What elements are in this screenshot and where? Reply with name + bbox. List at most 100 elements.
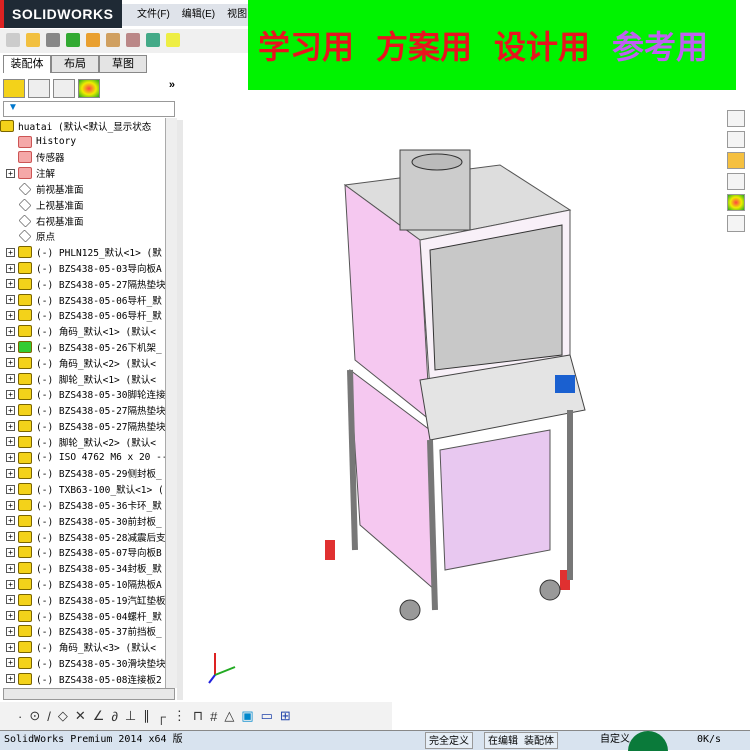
expand-toggle[interactable]: + (6, 342, 15, 352)
tree-item[interactable]: + (-) 脚轮_默认<1> (默认< (0, 371, 165, 387)
trim-icon[interactable]: ✕ (75, 708, 86, 724)
line-icon[interactable]: / (47, 709, 51, 724)
tree-root[interactable]: huatai (默认<默认_显示状态 (0, 118, 165, 134)
tree-item[interactable]: + (-) TXB63-100_默认<1> ( (0, 481, 165, 497)
angle-dimension-icon[interactable]: △ (224, 708, 234, 724)
tree-vertical-scrollbar[interactable] (165, 118, 177, 688)
tab-layout[interactable]: 布局 (51, 55, 99, 73)
angle-icon[interactable]: ∠ (93, 708, 105, 724)
expand-toggle[interactable]: + (6, 295, 15, 305)
tree-item[interactable]: + (-) BZS438-05-34封板_默 (0, 560, 165, 576)
tree-horizontal-scrollbar[interactable] (3, 688, 175, 700)
tree-item[interactable]: + (-) BZS438-05-27隔热垫块 (0, 402, 165, 418)
expand-toggle[interactable]: + (6, 421, 15, 431)
smart-fasteners-icon[interactable] (86, 33, 100, 47)
tree-item[interactable]: + (-) BZS438-05-06导杆_默 (0, 292, 165, 308)
expand-toggle[interactable]: + (6, 279, 15, 289)
expand-toggle[interactable]: + (6, 247, 15, 257)
tree-item[interactable]: History (0, 134, 165, 150)
feature-manager-icon[interactable] (3, 79, 25, 98)
expand-toggle[interactable]: + (6, 563, 15, 573)
vertical-icon[interactable]: ⋮ (173, 708, 186, 724)
tree-item[interactable]: + (-) BZS438-05-03导向板A (0, 260, 165, 276)
tab-sketch[interactable]: 草图 (99, 55, 147, 73)
grid-icon[interactable]: # (210, 709, 217, 724)
expand-toggle[interactable]: + (6, 484, 15, 494)
polygon-icon[interactable]: ◇ (58, 708, 68, 724)
point-icon[interactable]: · (18, 709, 22, 724)
explode-icon[interactable] (166, 33, 180, 47)
display-manager-icon[interactable] (78, 79, 100, 98)
tree-item[interactable]: + (-) 角码_默认<1> (默认< (0, 323, 165, 339)
file-explorer-icon[interactable] (727, 152, 745, 169)
expand-toggle[interactable]: + (6, 674, 15, 684)
tree-item[interactable]: + (-) BZS438-05-27隔热垫块 (0, 276, 165, 292)
parallel-icon[interactable]: ∥ (143, 708, 150, 724)
tree-item[interactable]: + (-) BZS438-05-04螺杆_默 (0, 608, 165, 624)
tree-item[interactable]: 上视基准面 (0, 197, 165, 213)
tree-item[interactable]: + 注解 (0, 165, 165, 181)
custom-properties-icon[interactable] (727, 215, 745, 232)
tree-item[interactable]: + (-) 脚轮_默认<2> (默认< (0, 434, 165, 450)
tree-item[interactable]: + (-) 角码_默认<3> (默认< (0, 639, 165, 655)
tree-item[interactable]: + (-) BZS438-05-30滑块垫块 (0, 655, 165, 671)
insert-component-icon[interactable] (26, 33, 40, 47)
expand-toggle[interactable]: + (6, 358, 15, 368)
assembly-features-icon[interactable] (126, 33, 140, 47)
expand-toggle[interactable]: + (6, 310, 15, 320)
expand-toggle[interactable]: + (6, 405, 15, 415)
assembly-model-view[interactable] (300, 130, 590, 630)
tree-item[interactable]: + (-) ISO 4762 M6 x 20 -- (0, 450, 165, 466)
new-part-icon[interactable] (6, 33, 20, 47)
tree-item[interactable]: + (-) PHLN125_默认<1> (默 (0, 244, 165, 260)
expand-toggle[interactable]: + (6, 374, 15, 384)
expand-toggle[interactable]: + (6, 468, 15, 478)
dimension-icon[interactable]: ⊓ (193, 708, 203, 724)
perpendicular-icon[interactable]: ⊥ (125, 708, 136, 724)
expand-panel-button[interactable]: » (169, 79, 175, 99)
tree-item[interactable]: + (-) BZS438-05-10隔热板A (0, 576, 165, 592)
tree-item[interactable]: + (-) BZS438-05-27隔热垫块 (0, 418, 165, 434)
expand-toggle[interactable]: + (6, 326, 15, 336)
menu-edit[interactable]: 编辑(E) (182, 4, 215, 26)
expand-toggle[interactable]: + (6, 168, 15, 178)
unit-system[interactable]: 自定义 (600, 731, 630, 749)
expand-toggle[interactable]: + (6, 642, 15, 652)
tree-item[interactable]: + (-) BZS438-05-07导向板B (0, 545, 165, 561)
tangent-icon[interactable]: ∂ (111, 709, 117, 724)
tree-item[interactable]: 传感器 (0, 150, 165, 166)
view-cube-icon[interactable]: ▣ (241, 708, 253, 724)
design-library-icon[interactable] (727, 131, 745, 148)
tree-item[interactable]: + (-) BZS438-05-19汽缸垫板 (0, 592, 165, 608)
menu-view[interactable]: 视图 (227, 4, 247, 26)
table-icon[interactable]: ⊞ (280, 708, 291, 724)
expand-toggle[interactable]: + (6, 389, 15, 399)
window-icon[interactable]: ▭ (261, 708, 273, 724)
view-palette-icon[interactable] (727, 173, 745, 190)
expand-toggle[interactable]: + (6, 579, 15, 589)
expand-toggle[interactable]: + (6, 500, 15, 510)
tab-assembly[interactable]: 装配体 (3, 55, 51, 73)
tree-item[interactable]: + (-) BZS438-05-37前挡板_ (0, 624, 165, 640)
tree-item[interactable]: 原点 (0, 229, 165, 245)
expand-toggle[interactable]: + (6, 611, 15, 621)
expand-toggle[interactable]: + (6, 658, 15, 668)
circle-icon[interactable]: ⊙ (29, 708, 40, 724)
expand-toggle[interactable]: + (6, 532, 15, 542)
property-manager-icon[interactable] (28, 79, 50, 98)
tree-item[interactable]: + (-) BZS438-05-30前封板_ (0, 513, 165, 529)
expand-toggle[interactable]: + (6, 516, 15, 526)
tree-item[interactable]: + (-) BZS438-05-06导杆_默 (0, 308, 165, 324)
expand-toggle[interactable]: + (6, 626, 15, 636)
resources-icon[interactable] (727, 110, 745, 127)
tree-item[interactable]: + (-) BZS438-05-30脚轮连接 (0, 387, 165, 403)
expand-toggle[interactable]: + (6, 437, 15, 447)
menu-file[interactable]: 文件(F) (137, 4, 170, 26)
panel-splitter[interactable] (177, 120, 183, 700)
move-component-icon[interactable] (106, 33, 120, 47)
tree-item[interactable]: + (-) BZS438-05-29侧封板_ (0, 466, 165, 482)
configuration-manager-icon[interactable] (53, 79, 75, 98)
tree-item[interactable]: + (-) BZS438-05-36卡环_默 (0, 497, 165, 513)
corner-icon[interactable]: ┌ (157, 709, 166, 724)
tree-item[interactable]: + (-) 角码_默认<2> (默认< (0, 355, 165, 371)
